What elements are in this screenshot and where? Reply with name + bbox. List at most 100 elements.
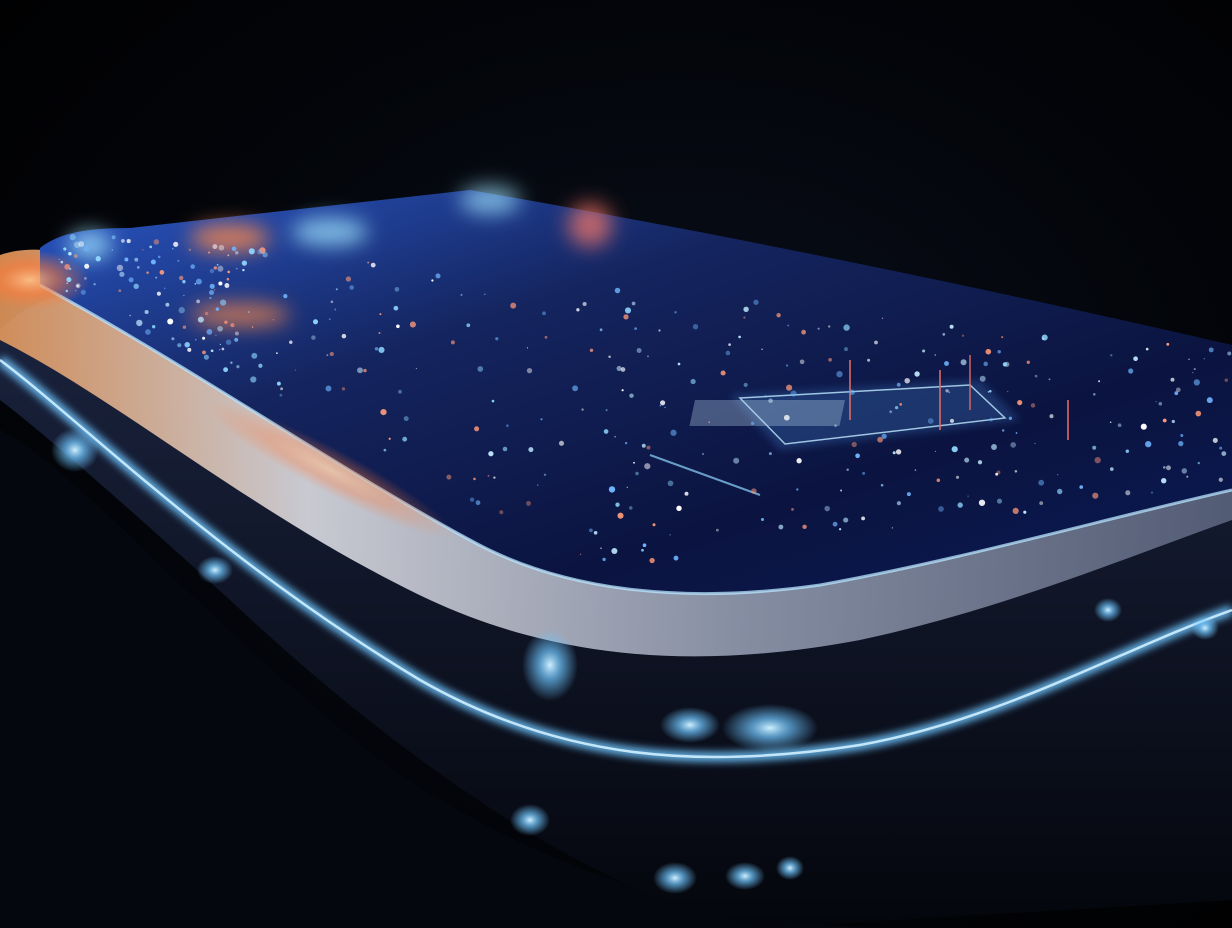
particle: [84, 263, 90, 269]
particle: [1145, 347, 1149, 351]
particle: [659, 404, 662, 407]
particle: [1166, 465, 1171, 471]
particle: [219, 348, 221, 351]
particle: [248, 248, 255, 255]
particle: [119, 271, 125, 277]
particle: [764, 395, 767, 398]
particle: [378, 346, 385, 353]
particle: [750, 421, 755, 426]
particle: [778, 524, 784, 530]
particle: [208, 251, 211, 254]
particle: [979, 375, 986, 382]
particle: [834, 424, 837, 428]
particle: [608, 486, 616, 493]
particle: [202, 350, 206, 355]
particle: [801, 329, 806, 335]
particle: [173, 241, 179, 247]
particle: [644, 463, 651, 470]
particle: [684, 491, 689, 496]
particle: [743, 306, 749, 313]
particle: [889, 410, 893, 414]
particle: [934, 450, 937, 453]
particle: [894, 405, 899, 410]
particle: [715, 528, 719, 532]
particle: [474, 426, 480, 432]
particle: [862, 471, 866, 475]
particle: [236, 364, 240, 369]
particle: [1002, 362, 1008, 367]
particle: [194, 282, 197, 285]
particle: [843, 517, 849, 523]
particle: [836, 370, 843, 378]
particle: [74, 289, 77, 292]
particle: [80, 289, 86, 295]
particle: [230, 323, 235, 328]
particle: [510, 302, 517, 309]
particle: [357, 367, 363, 374]
particle: [1092, 445, 1097, 450]
particle: [840, 489, 843, 492]
particle: [177, 259, 180, 262]
particle: [702, 453, 704, 455]
particle: [111, 235, 116, 240]
particle: [828, 357, 832, 362]
particle: [1227, 351, 1232, 356]
particle: [725, 350, 731, 356]
particle: [163, 287, 166, 290]
particle: [624, 307, 632, 314]
particle: [276, 381, 281, 386]
particle: [272, 318, 275, 321]
particle: [824, 505, 830, 512]
particle: [543, 473, 547, 476]
particle: [611, 547, 618, 555]
particle: [251, 352, 258, 359]
particle: [142, 249, 144, 251]
particle: [914, 371, 920, 377]
particle: [1049, 414, 1054, 419]
particle: [631, 301, 636, 306]
particle: [944, 361, 949, 366]
particle: [743, 316, 746, 319]
particle: [289, 340, 293, 344]
particle: [600, 547, 602, 549]
particle: [215, 307, 220, 311]
particle: [217, 265, 224, 272]
particle: [1125, 490, 1131, 496]
particle: [223, 367, 229, 373]
particle: [367, 261, 370, 264]
particle: [880, 483, 884, 487]
particle: [987, 391, 990, 393]
particle: [589, 348, 594, 353]
particle: [1015, 432, 1018, 434]
particle: [202, 336, 206, 340]
particle: [861, 516, 866, 521]
particle: [838, 528, 842, 531]
particle: [294, 369, 297, 371]
particle: [206, 329, 213, 335]
particle: [475, 500, 481, 506]
particle: [188, 248, 192, 252]
particle: [581, 408, 584, 411]
particle: [874, 340, 878, 345]
particle: [1094, 456, 1101, 464]
particle: [1048, 378, 1051, 381]
particle: [167, 318, 174, 325]
particle: [983, 361, 988, 367]
particle: [126, 239, 131, 244]
particle: [614, 287, 621, 294]
particle: [363, 368, 367, 373]
particle: [629, 506, 633, 510]
particle: [1224, 378, 1229, 382]
particle: [66, 282, 69, 284]
particle: [1219, 446, 1223, 450]
particle: [349, 285, 355, 290]
particle: [64, 264, 71, 270]
particle: [1193, 379, 1200, 386]
particle: [1007, 390, 1009, 393]
particle: [84, 277, 87, 280]
particle: [787, 324, 790, 327]
particle: [171, 337, 175, 341]
particle: [380, 408, 387, 416]
particle: [156, 291, 161, 296]
particle: [499, 510, 504, 515]
